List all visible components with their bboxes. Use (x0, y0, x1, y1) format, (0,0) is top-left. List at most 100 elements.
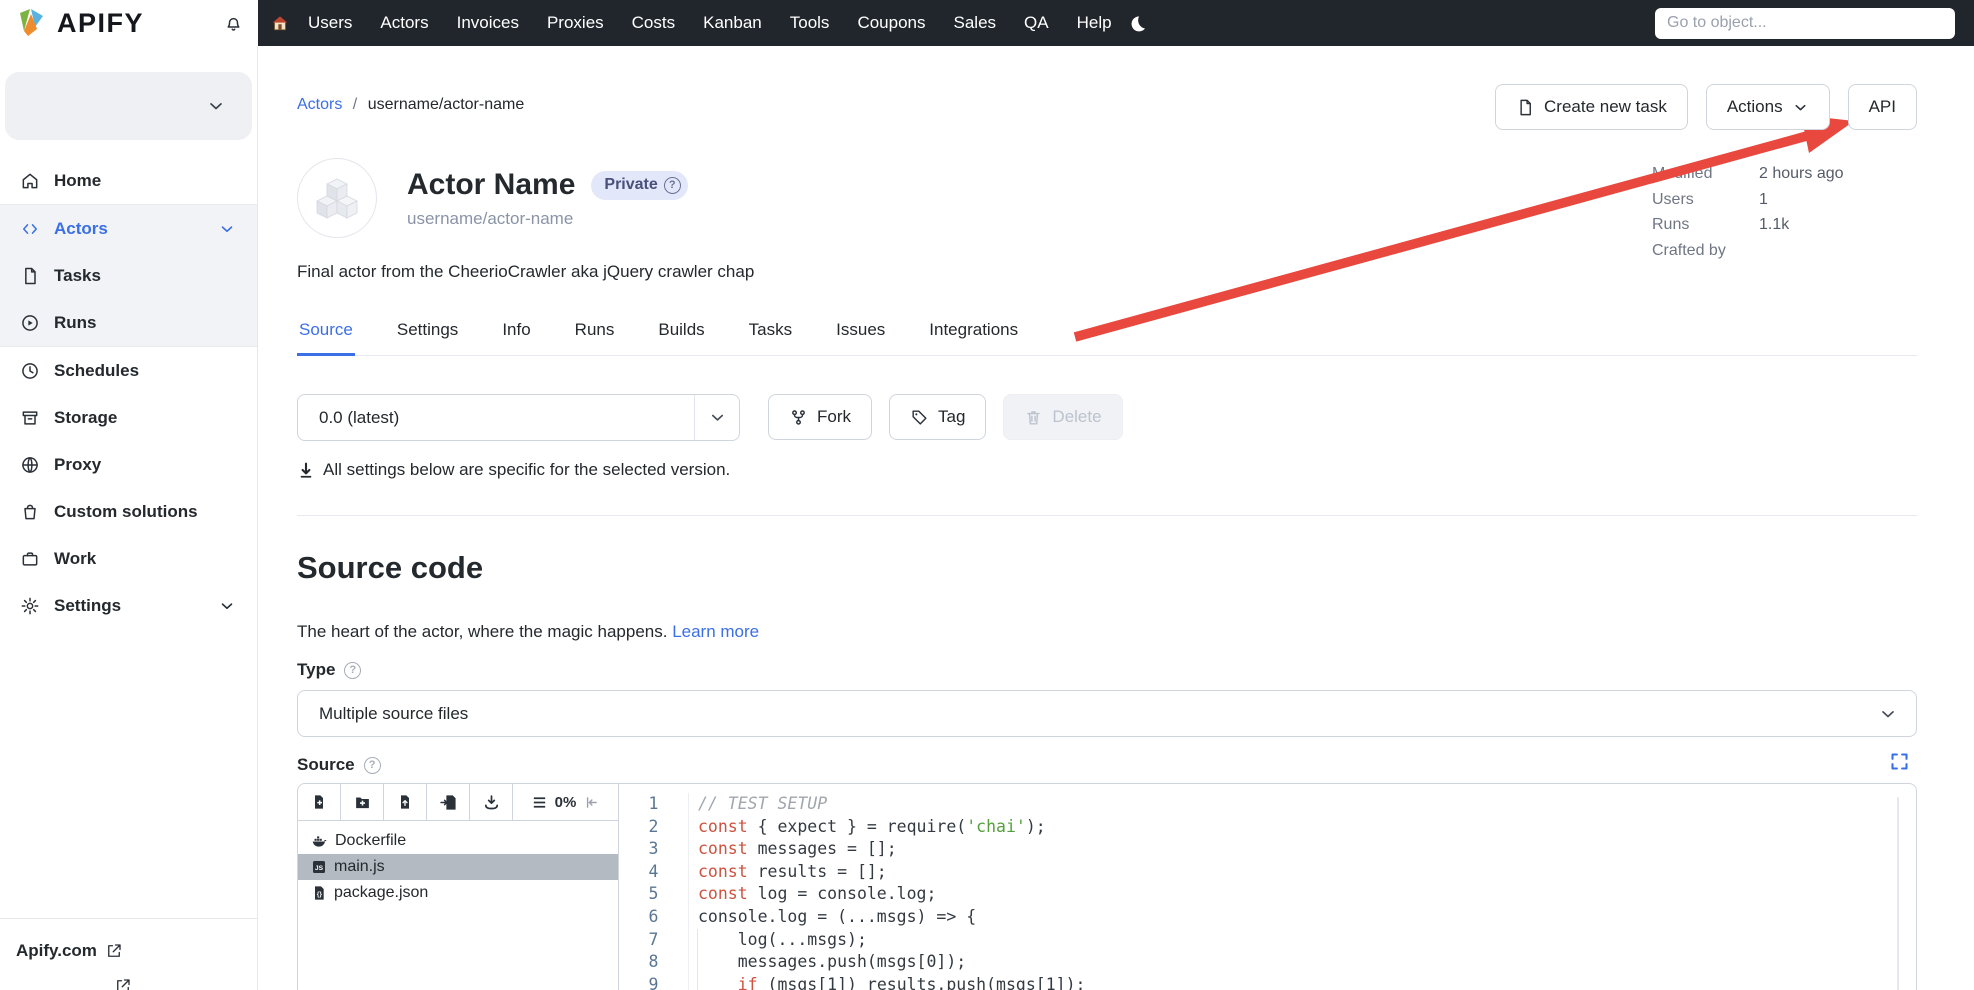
version-select[interactable]: 0.0 (latest) (297, 394, 740, 441)
help-question-icon[interactable]: ? (364, 757, 381, 774)
go-to-object-input[interactable] (1655, 8, 1955, 39)
code-line: messages.push(msgs[0]); (698, 951, 1916, 974)
code-line: if (msgs[1]) results.push(msgs[1]); (698, 974, 1916, 990)
top-nav-coupons[interactable]: Coupons (857, 13, 925, 33)
tab-settings[interactable]: Settings (395, 314, 460, 356)
main-content: Actors / username/actor-name Create new … (258, 46, 1974, 990)
meta-value (1759, 238, 1844, 264)
tab-info[interactable]: Info (500, 314, 532, 356)
new-folder-button[interactable] (341, 784, 384, 820)
new-file-button[interactable] (298, 784, 341, 820)
download-button[interactable] (470, 784, 513, 820)
footer-link-partial[interactable] (16, 977, 241, 990)
file-name: main.js (334, 858, 385, 876)
tag-button[interactable]: Tag (889, 394, 986, 440)
sidebar-item-label: Actors (54, 219, 108, 239)
top-nav: Users Actors Invoices Proxies Costs Kanban Too… (294, 13, 1126, 33)
sidebar-item-label: Settings (54, 596, 121, 616)
sidebar-item-label: Storage (54, 408, 117, 428)
code-line: log(...msgs); (698, 929, 1916, 952)
editor-scrollbar[interactable] (1897, 797, 1899, 990)
list-icon (531, 794, 548, 811)
fullscreen-icon[interactable] (1889, 751, 1910, 772)
top-nav-tools[interactable]: Tools (790, 13, 830, 33)
file-list: Dockerfile JSmain.js{}package.json (298, 821, 618, 906)
tab-runs[interactable]: Runs (573, 314, 617, 356)
tab-issues[interactable]: Issues (834, 314, 887, 356)
line-number: 3 (619, 838, 688, 861)
sidebar-item-home[interactable]: Home (0, 157, 257, 204)
file-item-main-js[interactable]: JSmain.js (298, 854, 618, 880)
code-pane[interactable]: 123456789 // TEST SETUPconst { expect } … (619, 784, 1916, 990)
archive-icon (18, 408, 42, 428)
top-nav-users[interactable]: Users (308, 13, 352, 33)
sidebar-item-settings[interactable]: Settings (0, 582, 257, 629)
account-selector[interactable] (5, 72, 252, 140)
source-code-heading: Source code (297, 550, 483, 586)
line-number: 6 (619, 906, 688, 929)
sidebar-item-storage[interactable]: Storage (0, 394, 257, 441)
indent-guide (697, 929, 698, 990)
private-badge: Private ? (591, 171, 687, 200)
sidebar-item-tasks[interactable]: Tasks (0, 252, 257, 299)
top-nav-help[interactable]: Help (1077, 13, 1112, 33)
tab-builds[interactable]: Builds (656, 314, 706, 356)
top-nav-sales[interactable]: Sales (954, 13, 997, 33)
breadcrumb-actors-link[interactable]: Actors (297, 96, 342, 113)
tag-icon (910, 408, 929, 427)
top-nav-proxies[interactable]: Proxies (547, 13, 604, 33)
actor-description: Final actor from the CheerioCrawler aka … (297, 262, 754, 282)
file-name: Dockerfile (335, 832, 406, 850)
apify-logo-icon (14, 7, 48, 39)
help-question-icon[interactable]: ? (344, 662, 361, 679)
breadcrumb: Actors / username/actor-name (297, 96, 524, 114)
cubes-graphic (315, 175, 359, 221)
fork-button[interactable]: Fork (768, 394, 872, 440)
sidebar-item-schedules[interactable]: Schedules (0, 347, 257, 394)
moon-icon[interactable] (1128, 14, 1147, 33)
sidebar-item-custom-solutions[interactable]: Custom solutions (0, 488, 257, 535)
create-new-task-button[interactable]: Create new task (1495, 84, 1688, 130)
sidebar-footer: Apify.com (0, 918, 257, 990)
tab-integrations[interactable]: Integrations (927, 314, 1020, 356)
delete-button[interactable]: Delete (1003, 394, 1122, 440)
top-nav-actors[interactable]: Actors (380, 13, 428, 33)
import-file-button[interactable] (427, 784, 470, 820)
code-line: console.log = (...msgs) => { (698, 906, 1916, 929)
top-nav-kanban[interactable]: Kanban (703, 13, 762, 33)
chevron-down-icon (694, 395, 739, 440)
sidebar-item-label: Custom solutions (54, 502, 198, 522)
tab-source[interactable]: Source (297, 314, 355, 356)
top-nav-costs[interactable]: Costs (632, 13, 675, 33)
apify-com-link[interactable]: Apify.com (16, 941, 241, 961)
file-item-dockerfile[interactable]: Dockerfile (298, 828, 618, 854)
skip-start-icon[interactable] (583, 794, 600, 811)
chevron-down-icon (206, 96, 226, 116)
api-button[interactable]: API (1848, 84, 1917, 130)
learn-more-link[interactable]: Learn more (672, 622, 759, 641)
import-file-icon (440, 794, 457, 811)
actions-dropdown-button[interactable]: Actions (1706, 84, 1830, 130)
line-number: 4 (619, 861, 688, 884)
sidebar-item-proxy[interactable]: Proxy (0, 441, 257, 488)
json-icon: {} (311, 885, 327, 901)
source-type-select[interactable]: Multiple source files (297, 690, 1917, 737)
sidebar-item-runs[interactable]: Runs (0, 299, 257, 346)
code-line: const { expect } = require('chai'); (698, 816, 1916, 839)
line-number: 1 (619, 793, 688, 816)
notifications-bell-icon[interactable] (223, 13, 244, 34)
top-nav-qa[interactable]: QA (1024, 13, 1049, 33)
source-code-subtitle: The heart of the actor, where the magic … (297, 622, 759, 642)
sidebar-item-actors[interactable]: Actors (0, 205, 257, 252)
fork-icon (789, 408, 808, 427)
top-nav-invoices[interactable]: Invoices (457, 13, 519, 33)
tab-tasks[interactable]: Tasks (747, 314, 794, 356)
line-number: 5 (619, 883, 688, 906)
file-item-package-json[interactable]: {}package.json (298, 880, 618, 906)
sidebar-item-work[interactable]: Work (0, 535, 257, 582)
meta-label: Crafted by (1652, 238, 1759, 264)
top-bar: Users Actors Invoices Proxies Costs Kanban Too… (0, 0, 1974, 46)
house-icon[interactable] (270, 13, 290, 33)
help-question-icon[interactable]: ? (664, 177, 681, 194)
upload-file-button[interactable] (384, 784, 427, 820)
